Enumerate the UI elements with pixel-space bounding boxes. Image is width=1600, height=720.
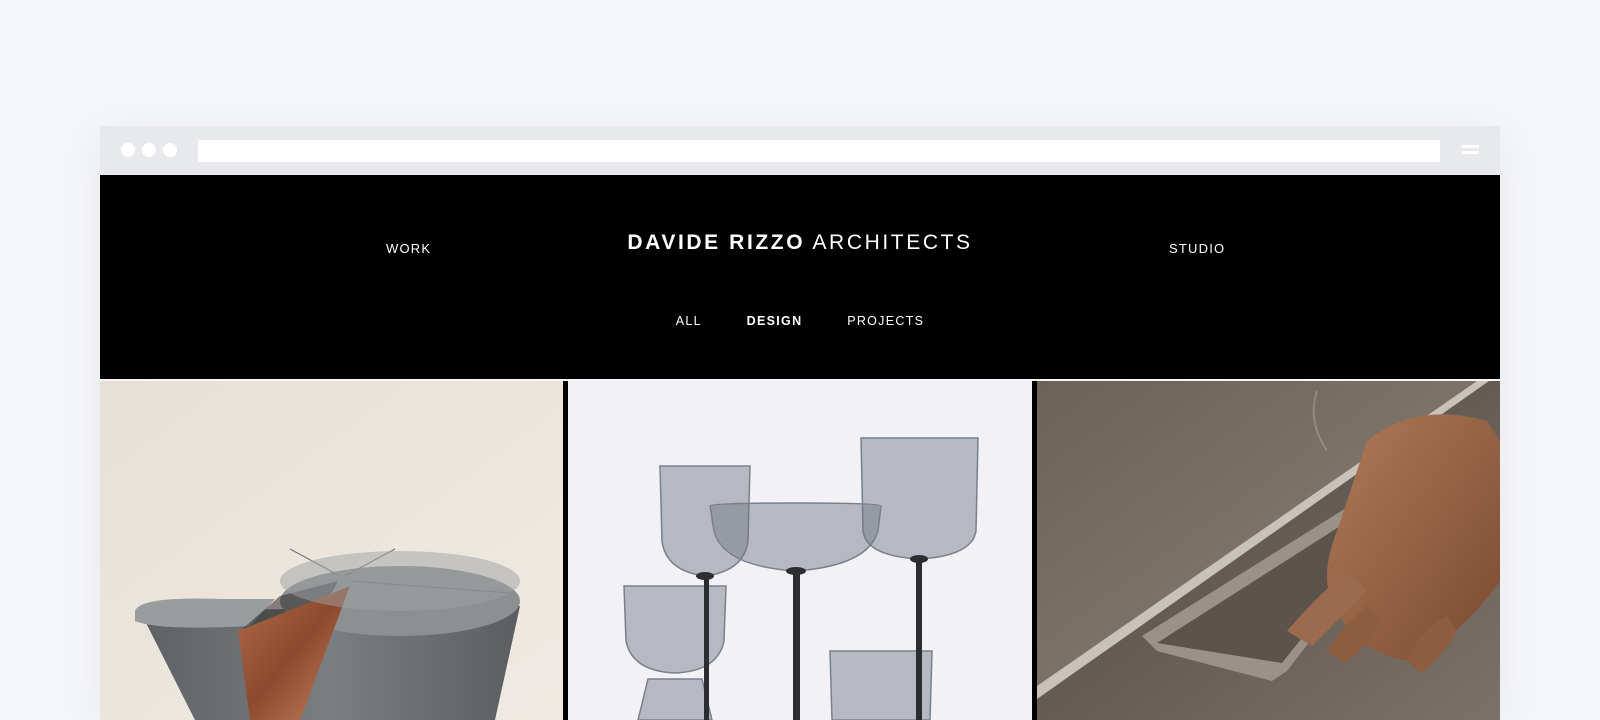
filter-design[interactable]: DESIGN	[747, 314, 803, 328]
browser-chrome	[100, 126, 1500, 175]
side-table-image	[100, 381, 563, 720]
nav-studio-link[interactable]: STUDIO	[1169, 241, 1225, 256]
filter-projects[interactable]: PROJECTS	[847, 314, 924, 328]
filter-all[interactable]: ALL	[676, 314, 702, 328]
window-close-dot[interactable]	[121, 143, 135, 157]
kitchen-handle-image	[1037, 381, 1500, 720]
glassware-image	[568, 381, 1032, 720]
gallery-item-side-table[interactable]	[100, 381, 563, 720]
project-gallery	[100, 381, 1500, 720]
logo-name: DAVIDE RIZZO	[627, 231, 806, 254]
site-logo[interactable]: DAVIDE RIZZO ARCHITECTS	[100, 231, 1500, 255]
window-minimize-dot[interactable]	[142, 143, 156, 157]
gallery-item-glassware[interactable]	[568, 381, 1032, 720]
gallery-item-kitchen-handle[interactable]	[1037, 381, 1500, 720]
category-filters: ALL DESIGN PROJECTS	[100, 314, 1500, 328]
address-bar[interactable]	[198, 140, 1440, 162]
logo-suffix: ARCHITECTS	[812, 231, 973, 254]
site-header: WORK DAVIDE RIZZO ARCHITECTS STUDIO ALL …	[100, 175, 1500, 379]
hamburger-menu-icon[interactable]	[1462, 144, 1479, 156]
window-maximize-dot[interactable]	[163, 143, 177, 157]
browser-window: WORK DAVIDE RIZZO ARCHITECTS STUDIO ALL …	[100, 126, 1500, 720]
